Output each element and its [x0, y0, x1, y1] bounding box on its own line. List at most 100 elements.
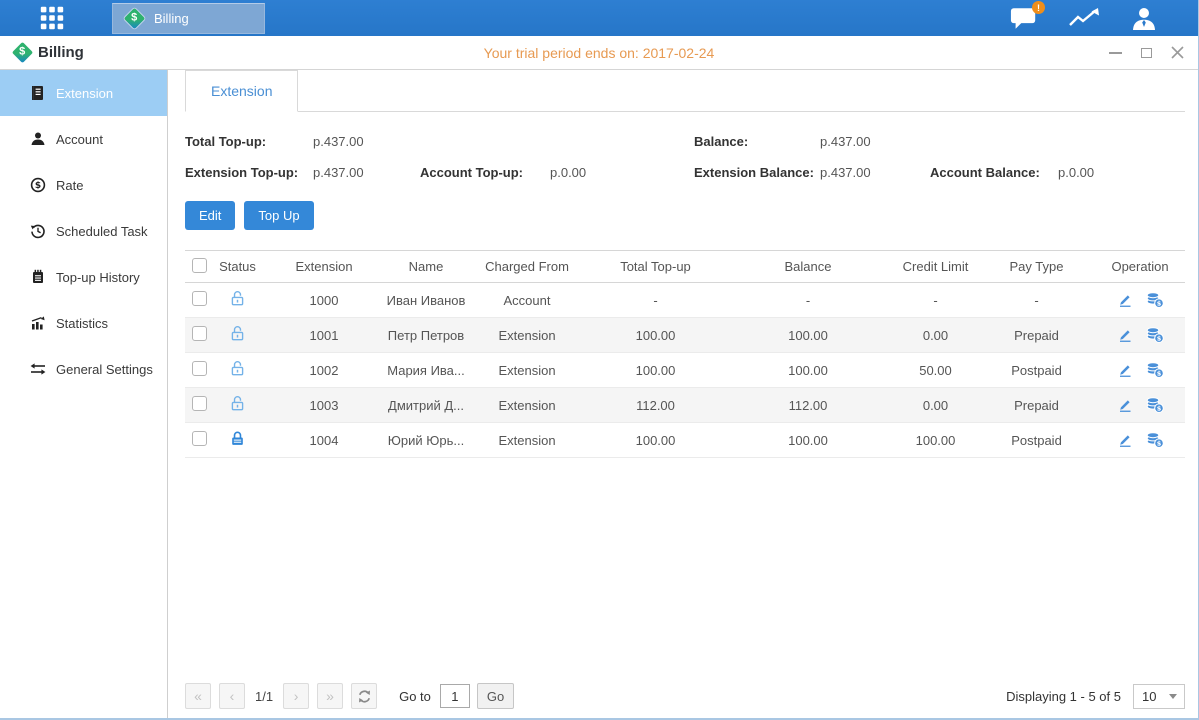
table-body: 1000 Иван Иванов Account - - - - $	[185, 283, 1185, 458]
top-up-button[interactable]: Top Up	[244, 201, 313, 230]
extension-balance-value: p.437.00	[820, 165, 930, 180]
maximize-icon[interactable]	[1139, 46, 1153, 60]
user-icon[interactable]	[1130, 6, 1158, 30]
cell-extension: 1002	[262, 363, 386, 378]
billing-logo-icon: $	[123, 7, 145, 29]
row-checkbox[interactable]	[192, 291, 207, 306]
col-status: Status	[213, 259, 262, 274]
sidebar-item-account[interactable]: Account	[0, 116, 167, 162]
lock-status-icon[interactable]	[229, 360, 246, 377]
app-grid-icon[interactable]	[34, 6, 70, 30]
cell-balance: -	[723, 293, 893, 308]
refresh-button[interactable]	[351, 683, 377, 709]
topup-coins-icon[interactable]: $	[1146, 292, 1164, 308]
extension-topup-value: p.437.00	[313, 165, 420, 180]
last-page-button[interactable]: »	[317, 683, 343, 709]
cell-total-topup: 100.00	[588, 328, 723, 343]
window-body: Extension Account $ Rate	[0, 70, 1198, 718]
cell-credit-limit: -	[893, 293, 978, 308]
sidebar-item-label: Rate	[56, 178, 83, 193]
svg-text:$: $	[1156, 335, 1161, 343]
select-all-checkbox[interactable]	[192, 258, 207, 273]
cell-charged-from: Extension	[466, 398, 588, 413]
topbar-right-icons: !	[1010, 0, 1158, 36]
cell-name: Иван Иванов	[386, 293, 466, 308]
line-chart-icon[interactable]	[1068, 6, 1100, 30]
goto-page-input[interactable]	[440, 684, 470, 708]
minimize-icon[interactable]	[1108, 46, 1122, 60]
topup-coins-icon[interactable]: $	[1146, 397, 1164, 413]
sidebar-item-topup-history[interactable]: Top-up History	[0, 254, 167, 300]
col-extension: Extension	[262, 259, 386, 274]
svg-text:$: $	[1156, 440, 1161, 448]
sidebar-item-label: Statistics	[56, 316, 108, 331]
topup-coins-icon[interactable]: $	[1146, 432, 1164, 448]
edit-button[interactable]: Edit	[185, 201, 235, 230]
sidebar-item-extension[interactable]: Extension	[0, 70, 167, 116]
clock-history-icon	[30, 223, 46, 239]
cell-pay-type: Postpaid	[978, 433, 1095, 448]
row-checkbox[interactable]	[192, 361, 207, 376]
sidebar-item-label: Top-up History	[56, 270, 140, 285]
sidebar-item-statistics[interactable]: Statistics	[0, 300, 167, 346]
billing-window: $ Billing !	[0, 0, 1199, 720]
person-icon	[30, 131, 46, 147]
table-row: 1004 Юрий Юрь... Extension 100.00 100.00…	[185, 423, 1185, 458]
edit-pencil-icon[interactable]	[1117, 327, 1133, 343]
cell-charged-from: Extension	[466, 363, 588, 378]
table-row: 1002 Мария Ива... Extension 100.00 100.0…	[185, 353, 1185, 388]
cell-total-topup: -	[588, 293, 723, 308]
topup-coins-icon[interactable]: $	[1146, 362, 1164, 378]
main-panel: Extension Total Top-up: p.437.00 Balance…	[168, 70, 1199, 718]
account-balance-value: p.0.00	[1058, 165, 1185, 180]
cell-credit-limit: 100.00	[893, 433, 978, 448]
title-bar: $ Billing Your trial period ends on: 201…	[0, 36, 1198, 70]
svg-text:$: $	[1156, 300, 1161, 308]
cell-name: Петр Петров	[386, 328, 466, 343]
topup-coins-icon[interactable]: $	[1146, 327, 1164, 343]
top-bar: $ Billing !	[0, 0, 1198, 36]
cell-total-topup: 100.00	[588, 433, 723, 448]
next-page-button[interactable]: ›	[283, 683, 309, 709]
cell-pay-type: Postpaid	[978, 363, 1095, 378]
lock-status-icon[interactable]	[229, 395, 246, 412]
cell-pay-type: Prepaid	[978, 328, 1095, 343]
close-icon[interactable]	[1170, 46, 1184, 60]
page-size-select[interactable]: 10	[1133, 684, 1185, 709]
row-checkbox[interactable]	[192, 396, 207, 411]
svg-text:$: $	[1156, 370, 1161, 378]
lock-status-icon[interactable]	[229, 325, 246, 342]
prev-page-button[interactable]: ‹	[219, 683, 245, 709]
col-balance: Balance	[723, 259, 893, 274]
col-credit-limit: Credit Limit	[893, 259, 978, 274]
topbar-app-tab-label: Billing	[154, 11, 189, 26]
lock-status-icon[interactable]	[229, 430, 246, 447]
tab-extension[interactable]: Extension	[185, 70, 298, 112]
row-checkbox[interactable]	[192, 431, 207, 446]
balance-label: Balance:	[694, 134, 820, 149]
edit-pencil-icon[interactable]	[1117, 292, 1133, 308]
page-indicator: 1/1	[255, 689, 273, 704]
sidebar-item-label: Scheduled Task	[56, 224, 148, 239]
go-button[interactable]: Go	[477, 683, 514, 709]
chat-icon[interactable]: !	[1010, 6, 1038, 30]
cell-credit-limit: 50.00	[893, 363, 978, 378]
extension-table: Status Extension Name Charged From Total…	[185, 250, 1185, 458]
sidebar-item-general-settings[interactable]: General Settings	[0, 346, 167, 392]
notebook-icon	[30, 269, 46, 285]
balance-value: p.437.00	[820, 134, 1185, 149]
row-checkbox[interactable]	[192, 326, 207, 341]
sidebar-item-rate[interactable]: $ Rate	[0, 162, 167, 208]
edit-pencil-icon[interactable]	[1117, 432, 1133, 448]
cell-balance: 112.00	[723, 398, 893, 413]
edit-pencil-icon[interactable]	[1117, 397, 1133, 413]
dollar-circle-icon: $	[30, 177, 46, 193]
first-page-button[interactable]: «	[185, 683, 211, 709]
edit-pencil-icon[interactable]	[1117, 362, 1133, 378]
lock-status-icon[interactable]	[229, 290, 246, 307]
sidebar-item-scheduled-task[interactable]: Scheduled Task	[0, 208, 167, 254]
table-row: 1003 Дмитрий Д... Extension 112.00 112.0…	[185, 388, 1185, 423]
trial-notice: Your trial period ends on: 2017-02-24	[0, 45, 1198, 61]
goto-label: Go to	[399, 689, 431, 704]
topbar-app-tab-billing[interactable]: $ Billing	[112, 3, 265, 34]
